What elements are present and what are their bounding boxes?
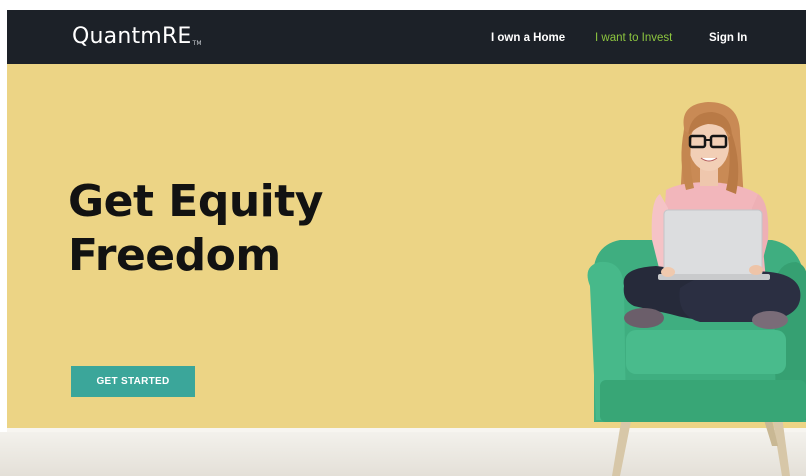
chair-legs <box>612 416 790 476</box>
page: QuantmRETM I own a Home I want to Invest… <box>0 0 806 476</box>
logo-trademark: TM <box>192 40 202 47</box>
nav-link-own-home[interactable]: I own a Home <box>491 30 565 46</box>
hero-headline: Get Equity Freedom <box>68 175 323 283</box>
get-started-button[interactable]: GET STARTED <box>71 366 195 397</box>
nav-link-sign-in[interactable]: Sign In <box>709 30 747 46</box>
nav-link-invest[interactable]: I want to Invest <box>595 30 672 46</box>
logo[interactable]: QuantmRETM <box>72 24 202 57</box>
woman <box>623 102 801 329</box>
top-navbar: QuantmRETM I own a Home I want to Invest… <box>7 10 806 64</box>
logo-text: QuantmRE <box>72 24 192 49</box>
hero-illustration <box>587 102 806 476</box>
headline-line-2: Freedom <box>68 230 281 281</box>
headline-line-1: Get Equity <box>68 176 323 227</box>
